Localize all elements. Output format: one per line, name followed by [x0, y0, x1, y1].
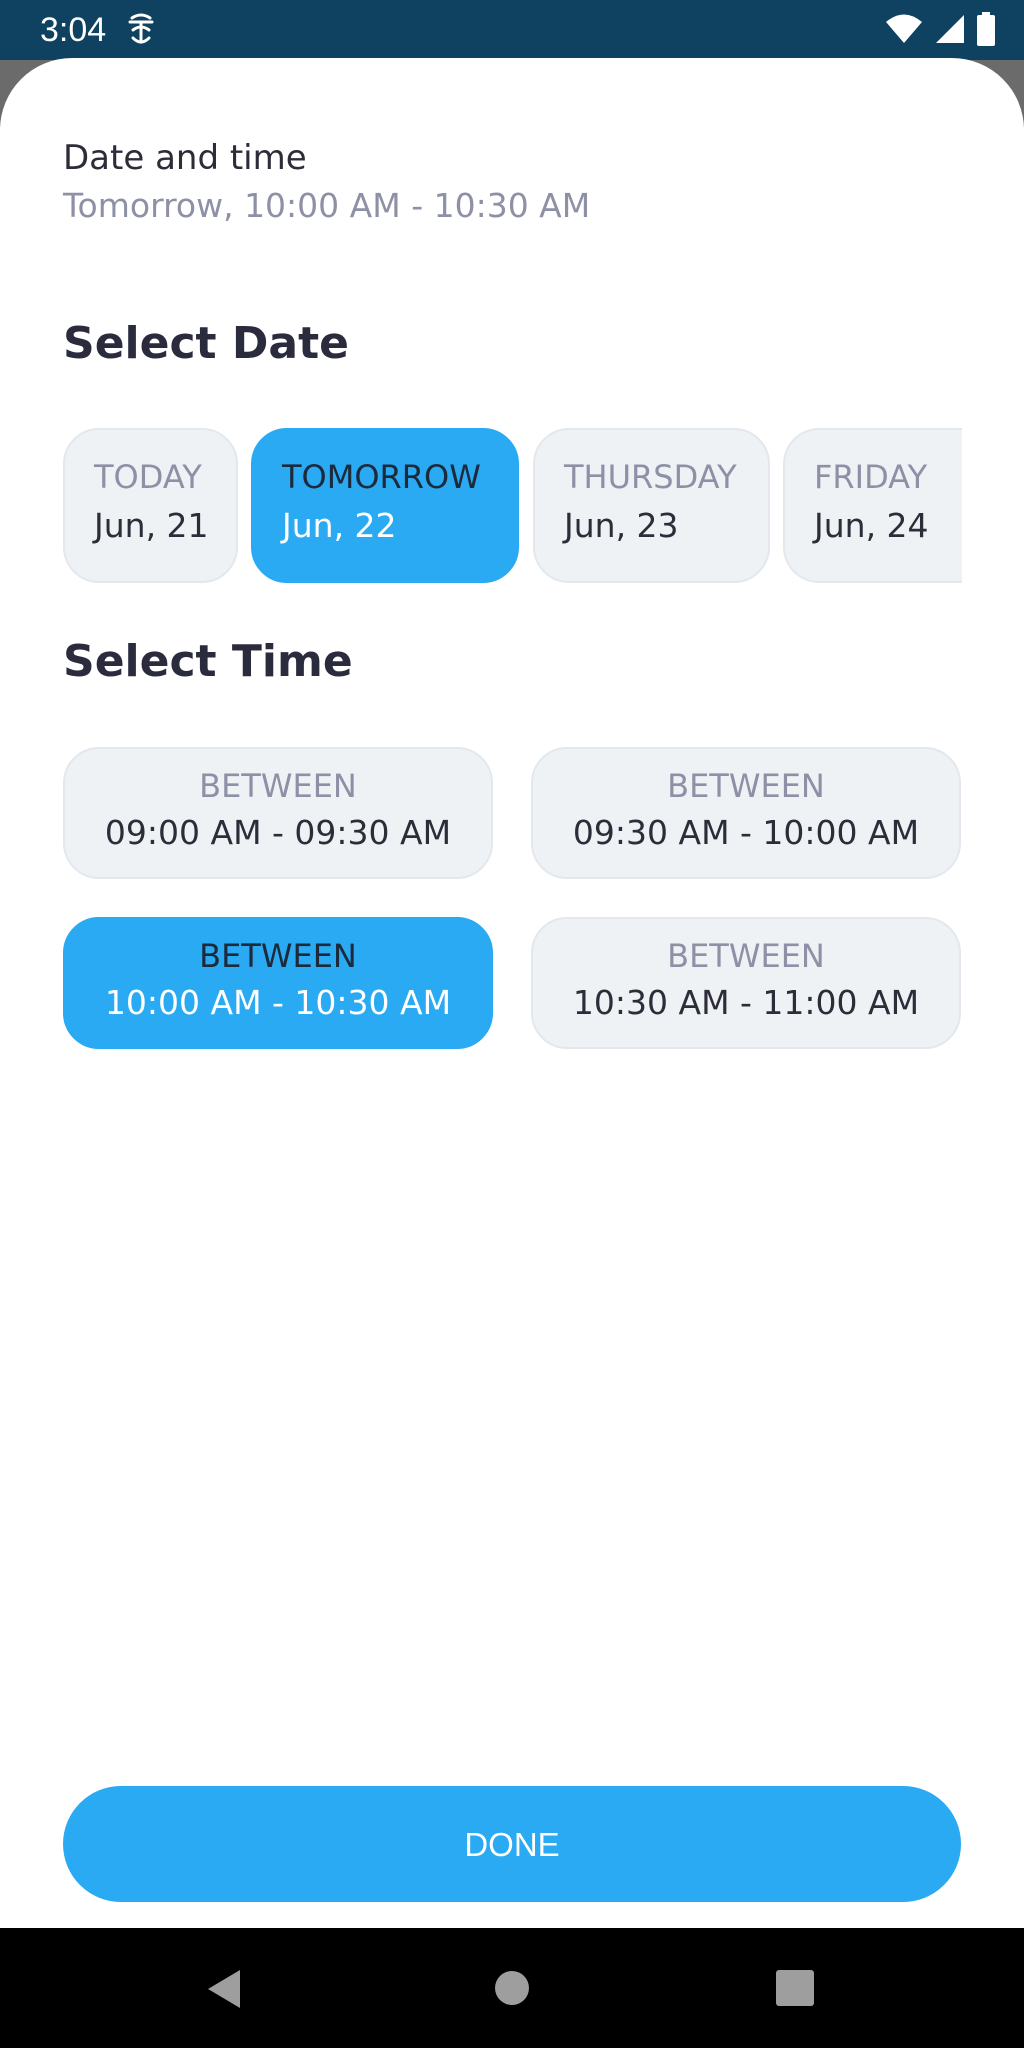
- date-chip-tomorrow[interactable]: TOMORROW Jun, 22: [251, 428, 519, 583]
- time-slot-range: 10:30 AM - 11:00 AM: [572, 983, 920, 1022]
- status-time: 3:04: [40, 11, 107, 49]
- summary-label: Date and time: [63, 138, 307, 178]
- signal-icon: [936, 15, 964, 43]
- date-chip-day: TOMORROW: [282, 458, 481, 496]
- notification-app-icon: [128, 13, 154, 44]
- battery-icon: [977, 12, 995, 46]
- date-chip-day: TODAY: [94, 458, 202, 496]
- wifi-icon: [886, 14, 922, 43]
- time-slot-range: 09:00 AM - 09:30 AM: [104, 813, 452, 852]
- time-slot-label: BETWEEN: [199, 937, 357, 975]
- date-chip-thursday[interactable]: THURSDAY Jun, 23: [533, 428, 770, 583]
- navigation-bar: [0, 1928, 1024, 2048]
- date-chip-date: Jun, 23: [564, 506, 679, 545]
- time-slot-0930[interactable]: BETWEEN 09:30 AM - 10:00 AM: [531, 747, 961, 879]
- time-slot-label: BETWEEN: [667, 767, 825, 805]
- summary-value: Tomorrow, 10:00 AM - 10:30 AM: [63, 186, 591, 225]
- time-slot-range: 10:00 AM - 10:30 AM: [104, 983, 452, 1022]
- time-slot-range: 09:30 AM - 10:00 AM: [572, 813, 920, 852]
- select-time-title: Select Time: [63, 636, 353, 687]
- date-chip-today[interactable]: TODAY Jun, 21: [63, 428, 238, 583]
- date-chip-date: Jun, 22: [282, 506, 397, 545]
- time-slot-label: BETWEEN: [667, 937, 825, 975]
- time-slot-1000[interactable]: BETWEEN 10:00 AM - 10:30 AM: [63, 917, 493, 1049]
- home-icon[interactable]: [494, 1970, 530, 2006]
- recents-icon[interactable]: [776, 1970, 814, 2006]
- status-bar: 3:04: [0, 0, 1024, 60]
- date-chip-date: Jun, 21: [94, 506, 209, 545]
- select-date-title: Select Date: [63, 318, 349, 369]
- date-chip-date: Jun, 24: [814, 506, 929, 545]
- time-slot-1030[interactable]: BETWEEN 10:30 AM - 11:00 AM: [531, 917, 961, 1049]
- done-button[interactable]: DONE: [63, 1786, 961, 1902]
- date-chip-friday[interactable]: FRIDAY Jun, 24: [783, 428, 962, 583]
- date-chip-day: FRIDAY: [814, 458, 928, 496]
- status-icons: [884, 12, 996, 46]
- time-slot-0900[interactable]: BETWEEN 09:00 AM - 09:30 AM: [63, 747, 493, 879]
- back-icon[interactable]: [206, 1968, 242, 2010]
- date-chip-day: THURSDAY: [564, 458, 737, 496]
- time-slot-label: BETWEEN: [199, 767, 357, 805]
